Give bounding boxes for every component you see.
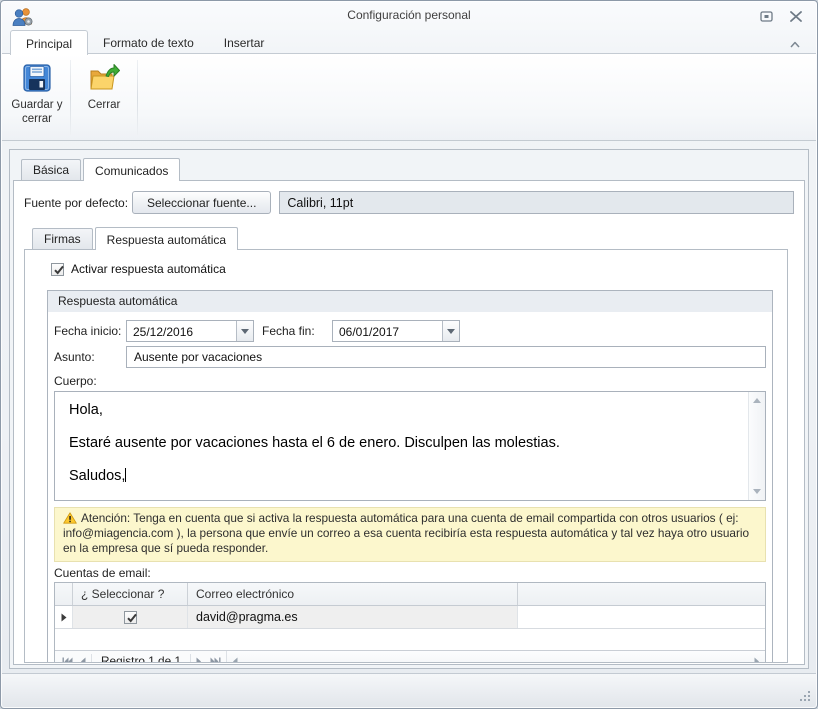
grid-header-select[interactable]: ¿ Seleccionar ?	[73, 583, 188, 606]
close-folder-icon	[90, 64, 120, 90]
body-vertical-scrollbar[interactable]	[748, 392, 765, 500]
end-date-dropdown-button[interactable]	[442, 321, 459, 341]
chevron-down-icon	[241, 328, 249, 334]
select-font-button[interactable]: Seleccionar fuente...	[132, 191, 272, 214]
save-icon	[23, 64, 51, 92]
tab-respuesta-automatica[interactable]: Respuesta automática	[94, 227, 239, 250]
scroll-up-icon[interactable]	[749, 393, 765, 408]
scroll-left-icon[interactable]	[227, 654, 243, 662]
respuesta-automatica-page: Activar respuesta automática Respuesta a…	[24, 249, 788, 663]
text-cursor	[125, 468, 127, 482]
close-button[interactable]	[786, 8, 806, 24]
grid-header-email[interactable]: Correo electrónico	[188, 583, 518, 606]
grid-header-filler	[518, 583, 765, 605]
dialog-window: Configuración personal Principal Formato…	[0, 0, 818, 709]
default-font-label: Fuente por defecto:	[24, 195, 129, 210]
default-font-value-field[interactable]: Calibri, 11pt	[279, 191, 794, 214]
first-record-button[interactable]	[59, 654, 75, 662]
last-record-button[interactable]	[207, 654, 223, 662]
tab-firmas[interactable]: Firmas	[32, 228, 93, 249]
warning-panel: Atención: Tenga en cuenta que si activa …	[54, 507, 766, 563]
row-selector-cell[interactable]	[55, 606, 73, 629]
status-strip	[2, 673, 816, 707]
row-email-cell[interactable]: david@pragma.es	[188, 606, 518, 629]
ribbon-separator	[70, 60, 71, 135]
body-textarea[interactable]: Hola, Estaré ausente por vacaciones hast…	[54, 391, 766, 501]
main-panel: Básica Comunicados Fuente por defecto: S…	[9, 149, 809, 669]
row-select-cell[interactable]	[73, 606, 188, 629]
record-counter: Registro 1 de 1	[91, 653, 192, 662]
previous-record-button[interactable]	[75, 654, 91, 662]
ribbon-tab-insertar[interactable]: Insertar	[209, 32, 280, 54]
resize-grip[interactable]	[799, 690, 812, 703]
cerrar-label: Cerrar	[87, 99, 121, 111]
start-date-dropdown-button[interactable]	[236, 321, 253, 341]
cerrar-button[interactable]: Cerrar	[75, 58, 133, 137]
end-date-picker[interactable]: 06/01/2017	[332, 320, 460, 342]
subject-input[interactable]: Ausente por vacaciones	[126, 346, 766, 368]
save-and-close-label: Guardar y cerrar	[11, 99, 63, 126]
chevron-down-icon	[447, 328, 455, 334]
ribbon-tab-strip: Principal Formato de texto Insertar	[2, 29, 816, 55]
scroll-right-icon[interactable]	[749, 654, 765, 662]
enable-auto-reply-checkbox[interactable]	[51, 262, 64, 276]
subject-label: Asunto:	[54, 350, 95, 364]
save-and-close-button[interactable]: Guardar y cerrar	[8, 58, 66, 137]
window-title: Configuración personal	[347, 8, 471, 22]
email-accounts-grid: ¿ Seleccionar ? Correo electrónico david…	[54, 582, 766, 662]
horizontal-scrollbar[interactable]	[226, 651, 765, 662]
grid-header-selector	[55, 583, 73, 606]
start-date-value[interactable]: 25/12/2016	[127, 321, 236, 341]
ribbon-tab-formato[interactable]: Formato de texto	[88, 32, 209, 54]
sub-tab-strip: Firmas Respuesta automática	[24, 227, 794, 250]
email-accounts-label: Cuentas de email:	[54, 566, 151, 581]
body-text: Hola, Estaré ausente por vacaciones hast…	[69, 402, 560, 484]
end-date-value[interactable]: 06/01/2017	[333, 321, 442, 341]
scroll-down-icon[interactable]	[749, 484, 765, 499]
ribbon-separator	[137, 60, 138, 135]
row-filler-cell	[518, 606, 765, 629]
ribbon-tab-principal[interactable]: Principal	[10, 30, 89, 55]
end-date-label: Fecha fin:	[262, 324, 315, 338]
next-record-button[interactable]	[191, 654, 207, 662]
row-select-checkbox[interactable]	[123, 610, 137, 624]
warning-text: Atención: Tenga en cuenta que si activa …	[63, 511, 750, 556]
comunicados-tab-page: Fuente por defecto: Seleccionar fuente..…	[13, 180, 805, 665]
tab-comunicados[interactable]: Comunicados	[83, 158, 181, 181]
enable-auto-reply-label: Activar respuesta automática	[71, 262, 226, 276]
start-date-picker[interactable]: 25/12/2016	[126, 320, 254, 342]
body-label: Cuerpo:	[54, 374, 97, 388]
ribbon: Guardar y cerrar Cerrar	[2, 53, 816, 141]
record-navigator: Registro 1 de 1	[55, 650, 765, 662]
titlebar[interactable]: Configuración personal	[2, 2, 816, 29]
groupbox-caption: Respuesta automática	[48, 291, 772, 312]
auto-reply-groupbox: Respuesta automática Fecha inicio: 25/12…	[47, 290, 773, 662]
minimize-button[interactable]	[756, 8, 776, 24]
start-date-label: Fecha inicio:	[54, 324, 122, 338]
table-row[interactable]: david@pragma.es	[55, 606, 765, 630]
row-indicator-icon	[61, 613, 66, 622]
tab-basica[interactable]: Básica	[21, 159, 82, 180]
warning-icon	[63, 512, 77, 524]
collapse-ribbon-icon[interactable]	[788, 37, 802, 49]
grid-header-row: ¿ Seleccionar ? Correo electrónico	[55, 583, 765, 607]
main-tab-strip: Básica Comunicados	[10, 150, 808, 181]
